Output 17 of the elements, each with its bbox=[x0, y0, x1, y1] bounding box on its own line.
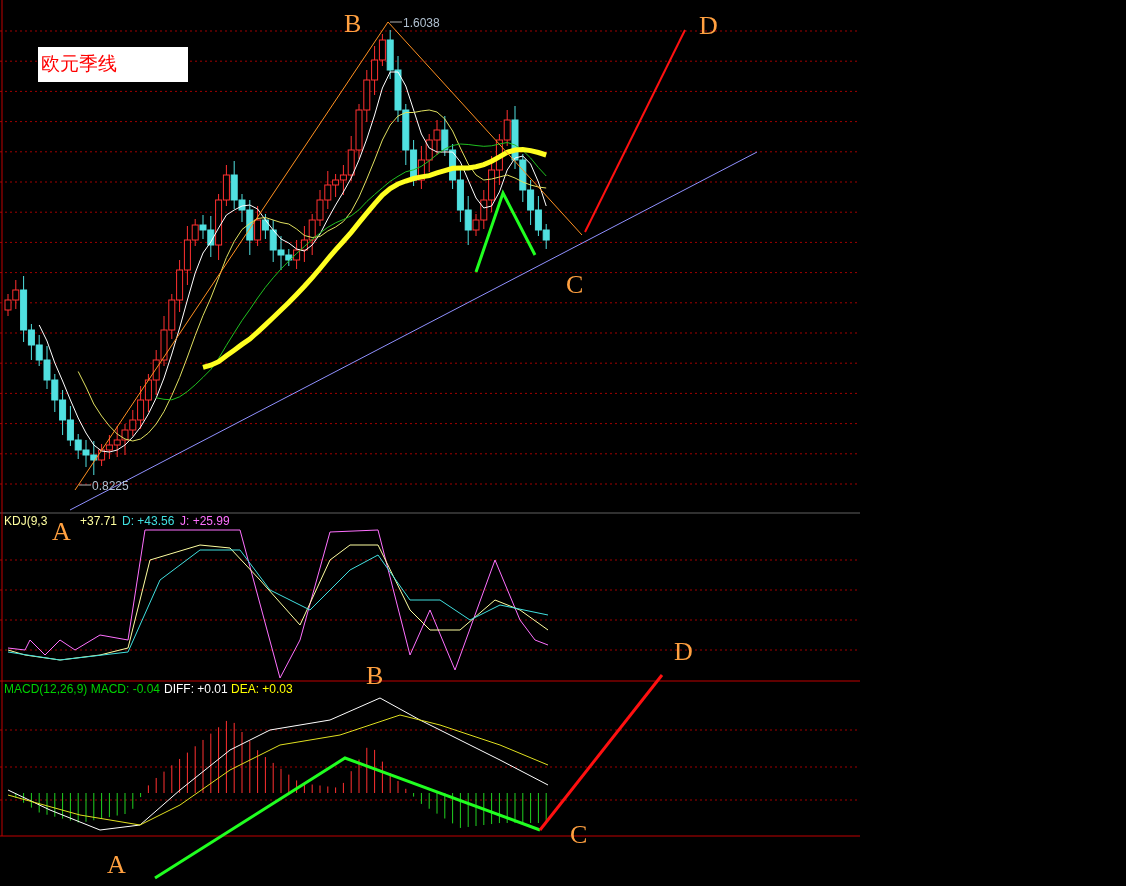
macd-legend-text: DIFF: +0.01 bbox=[164, 682, 228, 696]
wave-label: B bbox=[344, 9, 362, 38]
kdj-legend-text: KDJ(9,3 bbox=[4, 514, 48, 528]
wave-label: D bbox=[674, 637, 693, 666]
wave-label: B bbox=[366, 661, 384, 690]
wave-label: D bbox=[699, 11, 718, 40]
wave-label: C bbox=[566, 270, 584, 299]
kdj-legend-text: +37.71 bbox=[80, 514, 118, 528]
high-price-label: 1.6038 bbox=[389, 16, 440, 30]
macd-legend-text: DEA: +0.03 bbox=[231, 682, 293, 696]
wave-label: A bbox=[52, 517, 71, 546]
kdj-legend-text: J: +25.99 bbox=[180, 514, 230, 528]
kdj-legend-text: D: +43.56 bbox=[122, 514, 175, 528]
wave-label: A bbox=[107, 850, 126, 879]
wave-label: C bbox=[570, 820, 588, 849]
macd-legend-text: MACD(12,26,9) MACD: -0.04 bbox=[4, 682, 161, 696]
chart-title: 欧元季线 bbox=[41, 52, 117, 74]
